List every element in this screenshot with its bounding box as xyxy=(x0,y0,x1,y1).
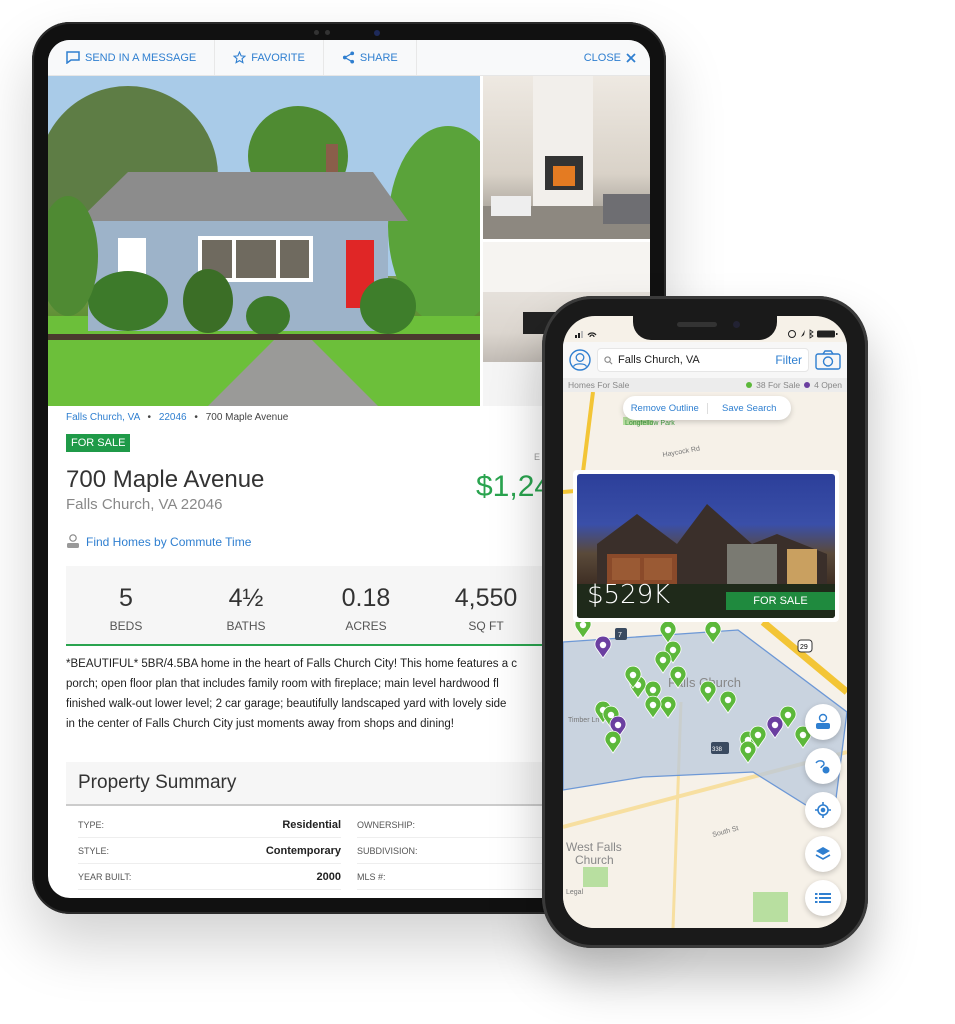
list-view-button[interactable] xyxy=(805,880,841,916)
map-layers-button[interactable] xyxy=(805,836,841,872)
results-summary-bar: Homes For Sale 38 For Sale 4 Open xyxy=(563,378,847,392)
search-value: Falls Church, VA xyxy=(618,354,700,366)
listing-toolbar: Send in a Message Favorite Share Close xyxy=(48,40,650,76)
listing-preview-badge: FOR SALE xyxy=(726,592,835,610)
draw-outline-button[interactable] xyxy=(805,748,841,784)
stat-baths: 4½ BATHS xyxy=(186,566,306,644)
summary-label: TYPE: xyxy=(78,812,278,838)
location-target-icon xyxy=(815,802,831,818)
stat-acres: 0.18 ACRES xyxy=(306,566,426,644)
layers-icon xyxy=(815,847,831,860)
phone-device: Falls Church, VA Filter Homes For Sale 3… xyxy=(542,296,868,948)
send-message-label: Send in a Message xyxy=(85,51,197,64)
commute-link-label: Find Homes by Commute Time xyxy=(86,535,252,549)
route-shield-29: 29 xyxy=(797,639,813,653)
breadcrumb: Falls Church, VA • 22046 • 700 Maple Ave… xyxy=(66,412,288,423)
stat-sqft: 4,550 SQ FT xyxy=(426,566,546,644)
filter-button[interactable]: Filter xyxy=(775,353,802,367)
for-sale-dot-icon xyxy=(746,382,753,388)
share-label: Share xyxy=(359,51,398,64)
summary-label: YEAR BUILT: xyxy=(78,864,278,890)
map-label-park: Longfellow Park xyxy=(625,420,675,427)
signal-wifi-icon xyxy=(575,331,597,338)
interior-photo-living-room[interactable] xyxy=(483,76,650,239)
star-icon xyxy=(233,51,247,64)
profile-icon[interactable] xyxy=(569,349,591,371)
stat-beds: 5 BEDS xyxy=(66,566,186,644)
stat-value: 0.18 xyxy=(341,584,391,612)
price-label: E xyxy=(534,452,541,462)
stat-label: ACRES xyxy=(345,619,387,633)
share-button[interactable]: Share xyxy=(324,40,417,75)
commute-car-icon xyxy=(67,534,79,548)
map-label-road: Timber Ln xyxy=(568,717,599,724)
commute-link[interactable]: Find Homes by Commute Time xyxy=(66,534,251,550)
battery-icon xyxy=(788,329,838,339)
stat-label: BEDS xyxy=(109,619,143,633)
house-exterior-illustration xyxy=(48,76,508,406)
close-label: Close xyxy=(583,51,621,64)
breadcrumb-zip-link[interactable]: 22046 xyxy=(159,412,187,423)
route-shield-7: 7 xyxy=(615,628,627,640)
favorite-label: Favorite xyxy=(251,51,305,64)
draw-hand-icon xyxy=(815,760,830,774)
message-icon xyxy=(66,51,80,64)
map-label-road: Legal xyxy=(566,889,584,896)
open-house-dot-icon xyxy=(804,382,811,388)
send-message-button[interactable]: Send in a Message xyxy=(48,40,216,75)
status-badge: FOR SALE xyxy=(66,434,131,452)
breadcrumb-separator: • xyxy=(147,412,152,423)
commute-button[interactable] xyxy=(805,704,841,740)
listing-city: Falls Church, VA 22046 xyxy=(66,496,223,513)
summary-value: Contemporary xyxy=(266,838,341,864)
open-house-count: 4 Open xyxy=(814,380,842,390)
list-icon xyxy=(815,893,831,903)
listing-price: $1,24 xyxy=(476,470,552,503)
summary-value: Residential xyxy=(278,812,341,838)
svg-text:7: 7 xyxy=(618,632,622,639)
breadcrumb-city-link[interactable]: Falls Church, VA xyxy=(66,412,140,423)
close-button[interactable]: Close xyxy=(566,40,650,75)
close-icon xyxy=(626,52,636,63)
map-label-city: Church xyxy=(575,853,614,867)
breadcrumb-current: 700 Maple Avenue xyxy=(205,412,289,423)
map-search-screen: Falls Church, VA Filter Homes For Sale 3… xyxy=(563,316,847,928)
save-search-button[interactable]: Save Search xyxy=(706,402,792,414)
search-icon xyxy=(604,355,613,364)
listing-address: 700 Maple Avenue xyxy=(66,466,265,493)
stat-value: 4½ xyxy=(228,584,264,612)
svg-text:338: 338 xyxy=(712,747,723,753)
main-photo[interactable] xyxy=(48,76,508,406)
phone-notch xyxy=(633,316,777,340)
stat-label: SQ FT xyxy=(468,619,504,633)
tablet-camera xyxy=(314,30,380,36)
stat-value: 5 xyxy=(119,584,133,612)
map-label-city: West Falls xyxy=(566,840,622,854)
breadcrumb-separator: • xyxy=(194,412,198,423)
for-sale-count: 38 For Sale xyxy=(756,380,801,390)
location-search-input[interactable]: Falls Church, VA Filter xyxy=(597,348,809,372)
commute-car-icon xyxy=(816,713,830,729)
favorite-button[interactable]: Favorite xyxy=(215,40,324,75)
listing-preview-card[interactable]: $529K FOR SALE xyxy=(573,470,839,622)
stat-value: 4,550 xyxy=(454,584,518,612)
svg-text:29: 29 xyxy=(800,644,808,651)
outline-actions: Remove Outline Save Search xyxy=(623,396,791,420)
map-search-header: Falls Church, VA Filter xyxy=(563,342,847,378)
listing-preview-price: $529K xyxy=(587,580,671,610)
listing-preview-photo: $529K FOR SALE xyxy=(577,474,835,618)
camera-icon[interactable] xyxy=(815,350,841,370)
summary-value: 2000 xyxy=(278,864,341,890)
route-shield-338: 338 xyxy=(711,742,729,754)
living-room-illustration xyxy=(483,76,650,239)
summary-label: STYLE: xyxy=(78,838,278,864)
my-location-button[interactable] xyxy=(805,792,841,828)
share-icon xyxy=(342,51,354,64)
stat-label: BATHS xyxy=(226,619,266,633)
remove-outline-button[interactable]: Remove Outline xyxy=(623,403,707,414)
homes-for-sale-label: Homes For Sale xyxy=(568,380,630,390)
